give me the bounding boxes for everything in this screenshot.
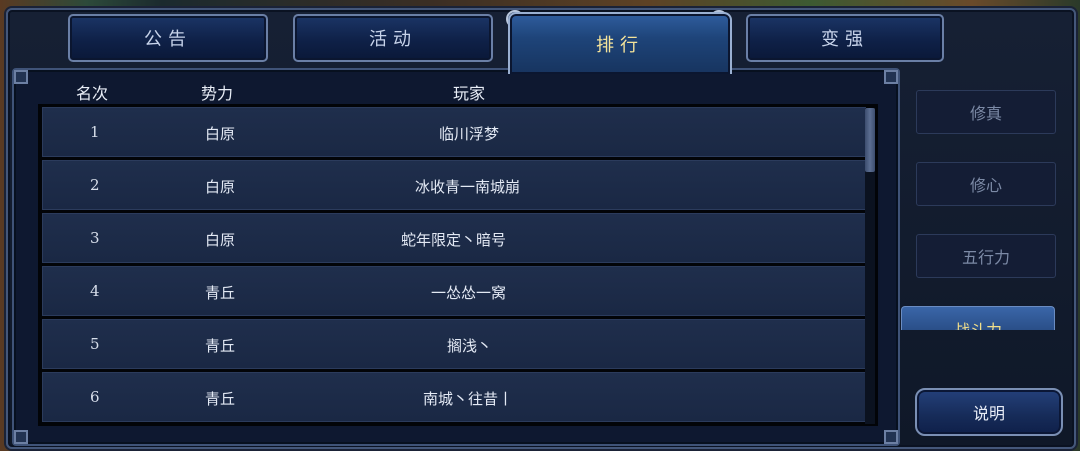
tab-activity[interactable]: 活动 [293, 14, 493, 62]
rank-cell: 2 [90, 176, 100, 194]
faction-cell: 白原 [205, 178, 236, 196]
table-row[interactable]: 2 白原 冰收青一南城崩 [42, 160, 866, 210]
player-cell: 蛇年限定丶暗号 [401, 231, 507, 249]
ranking-list[interactable]: 1 白原 临川浮梦 2 白原 冰收青一南城崩 3 白原 蛇年限定丶暗号 4 青丘… [38, 104, 878, 426]
faction-cell: 白原 [205, 125, 236, 143]
rank-cell: 6 [90, 388, 100, 406]
corner-ornament-icon [884, 430, 898, 444]
table-row[interactable]: 6 青丘 南城丶往昔丨 [42, 372, 866, 422]
column-header-faction: 势力 [201, 84, 234, 103]
faction-cell: 青丘 [205, 337, 236, 355]
player-cell: 南城丶往昔丨 [423, 390, 514, 408]
list-scrollbar[interactable] [865, 108, 875, 424]
table-row[interactable]: 1 白原 临川浮梦 [42, 107, 866, 157]
faction-cell: 白原 [205, 231, 236, 249]
category-cultivation-button[interactable]: 修真 [916, 90, 1056, 134]
corner-ornament-icon [14, 70, 28, 84]
player-cell: 搁浅丶 [447, 337, 493, 355]
category-mind-button[interactable]: 修心 [916, 162, 1056, 206]
player-cell: 一怂怂一窝 [431, 284, 507, 302]
category-combat-power-button[interactable]: 战斗力 [901, 306, 1055, 330]
corner-ornament-icon [884, 70, 898, 84]
rank-cell: 5 [90, 335, 100, 353]
table-row[interactable]: 4 青丘 一怂怂一窝 [42, 266, 866, 316]
explain-button[interactable]: 说明 [915, 388, 1063, 436]
tab-ranking[interactable]: 排行 [508, 12, 732, 74]
rank-cell: 4 [90, 282, 100, 300]
category-five-elements-button[interactable]: 五行力 [916, 234, 1056, 278]
tab-improve[interactable]: 变强 [746, 14, 944, 62]
player-cell: 冰收青一南城崩 [415, 178, 521, 196]
scrollbar-thumb[interactable] [865, 108, 875, 172]
rank-cell: 1 [90, 123, 100, 141]
tab-announcement[interactable]: 公告 [68, 14, 268, 62]
column-header-player: 玩家 [453, 84, 486, 103]
table-row[interactable]: 3 白原 蛇年限定丶暗号 [42, 213, 866, 263]
rank-cell: 3 [90, 229, 100, 247]
corner-ornament-icon [14, 430, 28, 444]
faction-cell: 青丘 [205, 284, 236, 302]
player-cell: 临川浮梦 [439, 125, 500, 143]
table-row[interactable]: 5 青丘 搁浅丶 [42, 319, 866, 369]
faction-cell: 青丘 [205, 390, 236, 408]
column-header-rank: 名次 [76, 84, 109, 103]
